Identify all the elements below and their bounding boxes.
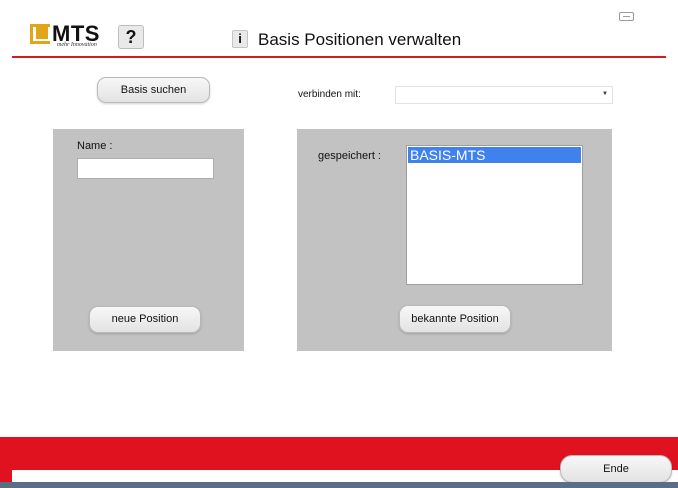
info-icon[interactable]: i: [232, 30, 248, 48]
basis-suchen-button[interactable]: Basis suchen: [97, 77, 210, 103]
logo-subtitle: mehr Innovation: [57, 42, 97, 48]
taskbar: [0, 482, 678, 488]
help-button[interactable]: ?: [118, 25, 144, 49]
bekannte-position-button[interactable]: bekannte Position: [399, 305, 511, 333]
page-title: Basis Positionen verwalten: [258, 30, 462, 49]
gespeichert-label: gespeichert :: [318, 150, 381, 162]
keyboard-icon[interactable]: [619, 12, 634, 21]
name-input[interactable]: [77, 158, 214, 179]
ende-button[interactable]: Ende: [560, 455, 672, 483]
list-item[interactable]: BASIS-MTS: [408, 147, 581, 163]
neue-position-button[interactable]: neue Position: [89, 306, 201, 333]
verbinden-label: verbinden mit:: [298, 89, 361, 100]
verbinden-select[interactable]: ▼: [395, 86, 613, 104]
header-divider: [12, 56, 666, 58]
logo-mark: [36, 27, 48, 39]
dropdown-arrow-icon: ▼: [602, 91, 608, 97]
name-label: Name :: [77, 140, 113, 152]
saved-positions-list[interactable]: BASIS-MTS: [406, 145, 583, 285]
